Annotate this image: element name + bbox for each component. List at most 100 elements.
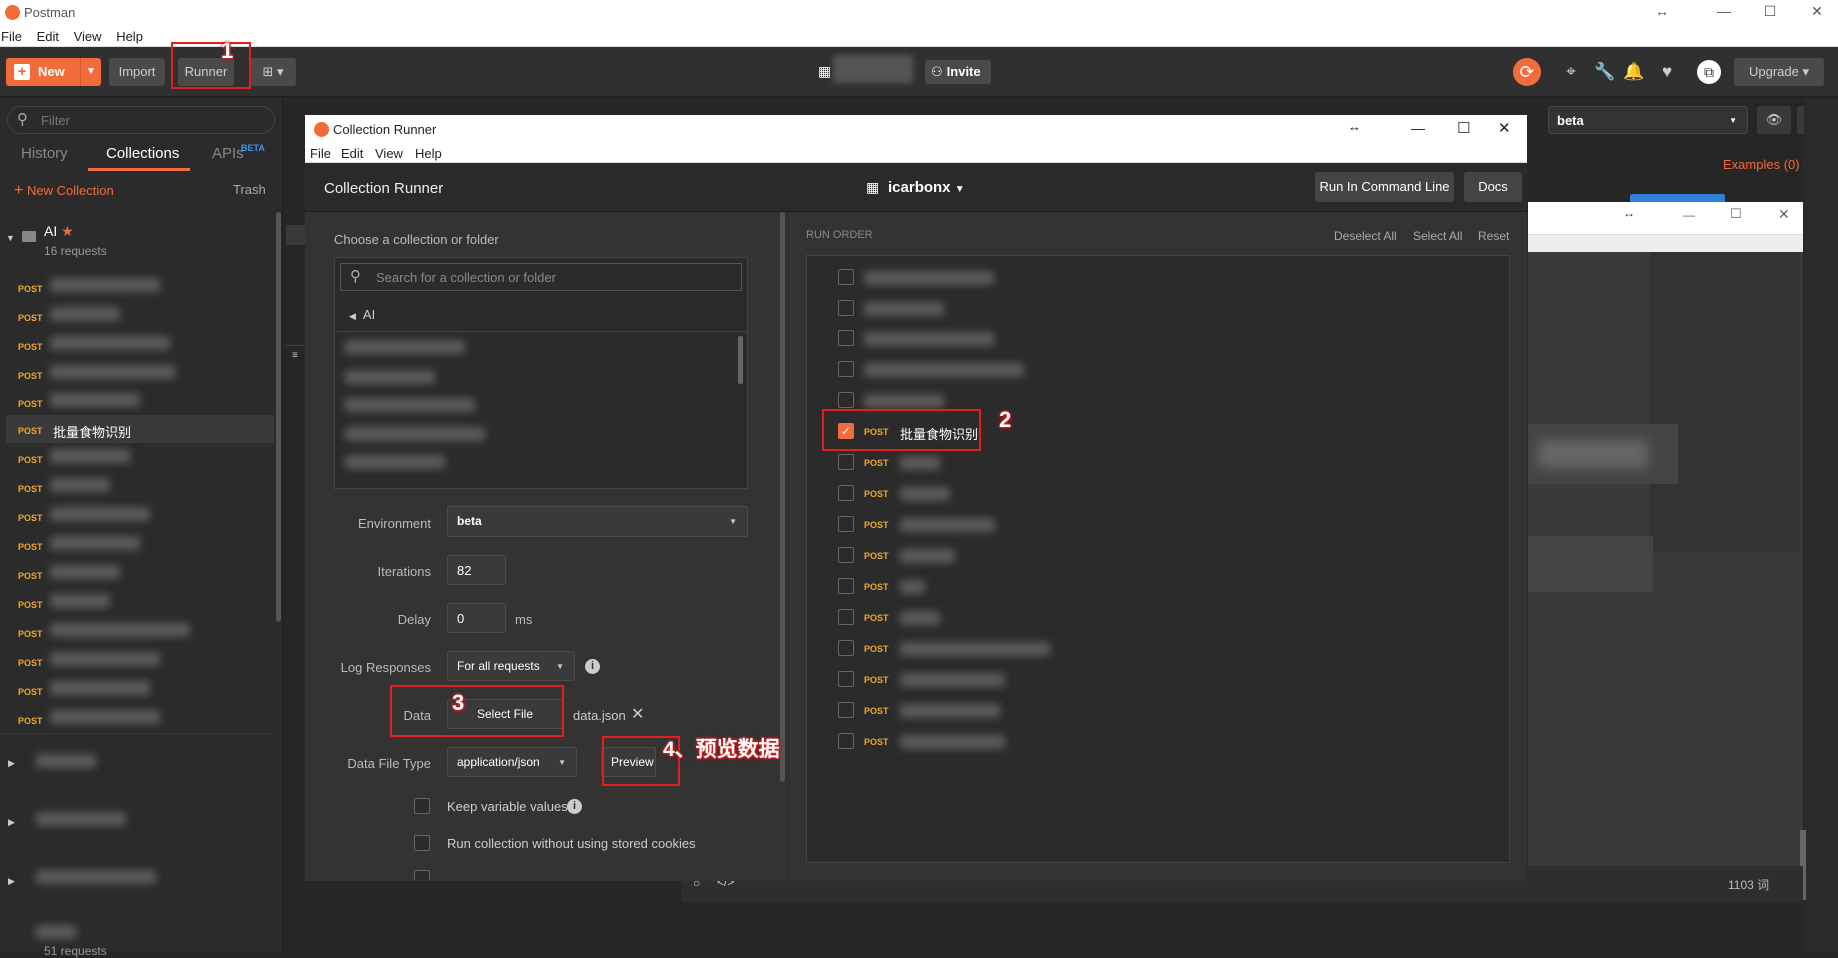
blurred-folder[interactable] xyxy=(345,455,445,469)
docs-button[interactable]: Docs xyxy=(1464,172,1522,202)
menu-edit[interactable]: Edit xyxy=(341,146,363,161)
remove-file-icon[interactable]: ✕ xyxy=(631,704,644,724)
partial-checkbox[interactable] xyxy=(414,870,430,880)
workspace-selector[interactable] xyxy=(833,55,913,83)
sync-icon[interactable]: ⟳ xyxy=(1513,58,1541,86)
collection-breadcrumb[interactable]: ◀ AI xyxy=(349,307,375,322)
blurred-request[interactable] xyxy=(50,710,160,724)
minimize-button[interactable]: — xyxy=(1714,3,1734,19)
blurred-request[interactable] xyxy=(50,365,175,379)
request-checkbox[interactable] xyxy=(838,392,854,408)
blurred-request[interactable] xyxy=(50,652,160,666)
collection-name[interactable]: AI ★ xyxy=(44,223,74,240)
delay-input[interactable]: 0 xyxy=(447,603,506,633)
menu-view[interactable]: View xyxy=(375,146,403,161)
blurred-request[interactable] xyxy=(50,307,120,321)
request-checkbox[interactable] xyxy=(838,578,854,594)
request-checkbox[interactable] xyxy=(838,733,854,749)
request-checkbox[interactable] xyxy=(838,269,854,285)
wrench-icon[interactable]: 🔧 xyxy=(1594,62,1616,82)
blurred-folder[interactable] xyxy=(345,398,475,412)
request-checkbox[interactable] xyxy=(838,702,854,718)
collection-scrollbar[interactable] xyxy=(738,336,743,384)
data-file-type-select[interactable]: application/json ▼ xyxy=(447,747,577,777)
blurred-request[interactable] xyxy=(50,594,110,608)
request-checkbox[interactable] xyxy=(838,454,854,470)
request-checkbox[interactable] xyxy=(838,361,854,377)
environment-select[interactable]: beta ▼ xyxy=(1548,106,1748,134)
menu-help[interactable]: Help xyxy=(415,146,442,161)
caret-down-icon[interactable]: ▼ xyxy=(6,233,15,243)
reset-button[interactable]: Reset xyxy=(1478,229,1509,243)
tab-collections[interactable]: Collections xyxy=(106,145,179,162)
blurred-request[interactable] xyxy=(50,393,140,407)
blurred-request[interactable] xyxy=(50,507,150,521)
minimize-button[interactable]: — xyxy=(1683,208,1695,222)
request-checkbox[interactable] xyxy=(838,640,854,656)
info-icon[interactable]: i xyxy=(585,659,600,674)
blurred-request[interactable] xyxy=(50,623,190,637)
blurred-request[interactable] xyxy=(50,478,110,492)
chevron-down-icon[interactable]: ▼ xyxy=(86,58,96,86)
blurred-folder[interactable] xyxy=(345,340,465,354)
new-button[interactable]: + New ▼ xyxy=(6,58,101,86)
run-in-command-line-button[interactable]: Run In Command Line xyxy=(1315,172,1454,202)
runner-environment-select[interactable]: beta ▼ xyxy=(447,506,748,537)
blurred-collection[interactable] xyxy=(36,812,126,826)
request-checkbox[interactable] xyxy=(838,330,854,346)
iterations-input[interactable]: 82 xyxy=(447,555,506,585)
caret-right-icon[interactable]: ▶ xyxy=(8,758,15,769)
new-collection-button[interactable]: + New Collection xyxy=(14,182,114,200)
tab-history[interactable]: History xyxy=(21,145,68,162)
close-button[interactable]: ✕ xyxy=(1498,119,1511,137)
close-button[interactable]: ✕ xyxy=(1807,3,1827,20)
blurred-request[interactable] xyxy=(50,336,170,350)
workspace-selector[interactable]: icarbonx ▼ xyxy=(888,179,965,196)
heart-icon[interactable]: ♥ xyxy=(1656,62,1678,82)
bell-icon[interactable]: 🔔 xyxy=(1623,62,1645,82)
pane-scrollbar[interactable] xyxy=(780,212,785,782)
request-checkbox[interactable] xyxy=(838,609,854,625)
blurred-request[interactable] xyxy=(50,565,120,579)
maximize-button[interactable]: ☐ xyxy=(1457,119,1470,137)
trash-button[interactable]: Trash xyxy=(233,182,266,197)
request-checkbox[interactable] xyxy=(838,516,854,532)
blurred-collection[interactable] xyxy=(36,925,76,939)
close-button[interactable]: ✕ xyxy=(1778,206,1790,223)
blurred-collection[interactable] xyxy=(36,870,156,884)
minimize-button[interactable]: — xyxy=(1411,120,1425,136)
avatar[interactable]: ⧉ xyxy=(1697,60,1721,84)
caret-right-icon[interactable]: ▶ xyxy=(8,876,15,887)
maximize-button[interactable]: ☐ xyxy=(1760,3,1780,20)
upgrade-button[interactable]: Upgrade ▾ xyxy=(1734,58,1824,86)
deselect-all-button[interactable]: Deselect All xyxy=(1334,229,1397,243)
sidebar-scrollbar[interactable] xyxy=(276,212,281,622)
satellite-icon[interactable]: ⌖ xyxy=(1560,62,1582,82)
menu-file[interactable]: File xyxy=(1,26,22,44)
no-cookies-checkbox[interactable] xyxy=(414,835,430,851)
menu-file[interactable]: File xyxy=(310,146,331,161)
blurred-request[interactable] xyxy=(50,278,160,292)
blurred-folder[interactable] xyxy=(345,427,485,441)
request-checkbox[interactable] xyxy=(838,547,854,563)
request-checkbox[interactable] xyxy=(838,300,854,316)
caret-right-icon[interactable]: ▶ xyxy=(8,817,15,828)
log-responses-select[interactable]: For all requests ▼ xyxy=(447,651,575,681)
tab-apis[interactable]: APIs xyxy=(212,145,244,162)
select-all-button[interactable]: Select All xyxy=(1413,229,1462,243)
eye-icon[interactable]: 👁 xyxy=(1757,106,1791,134)
maximize-button[interactable]: ☐ xyxy=(1730,206,1742,222)
menu-edit[interactable]: Edit xyxy=(37,26,59,44)
menu-help[interactable]: Help xyxy=(116,26,143,44)
blurred-request[interactable] xyxy=(50,449,130,463)
selected-request-row[interactable] xyxy=(6,415,274,443)
blurred-collection[interactable] xyxy=(36,754,96,768)
request-checkbox[interactable] xyxy=(838,671,854,687)
star-icon[interactable]: ★ xyxy=(61,223,74,239)
menu-view[interactable]: View xyxy=(74,26,102,44)
blurred-folder[interactable] xyxy=(345,370,435,384)
keep-variable-values-checkbox[interactable] xyxy=(414,798,430,814)
collection-search-input[interactable]: ⚲ Search for a collection or folder xyxy=(340,263,742,291)
examples-button[interactable]: Examples (0) ▾ xyxy=(1723,157,1810,173)
blurred-request[interactable] xyxy=(50,536,140,550)
